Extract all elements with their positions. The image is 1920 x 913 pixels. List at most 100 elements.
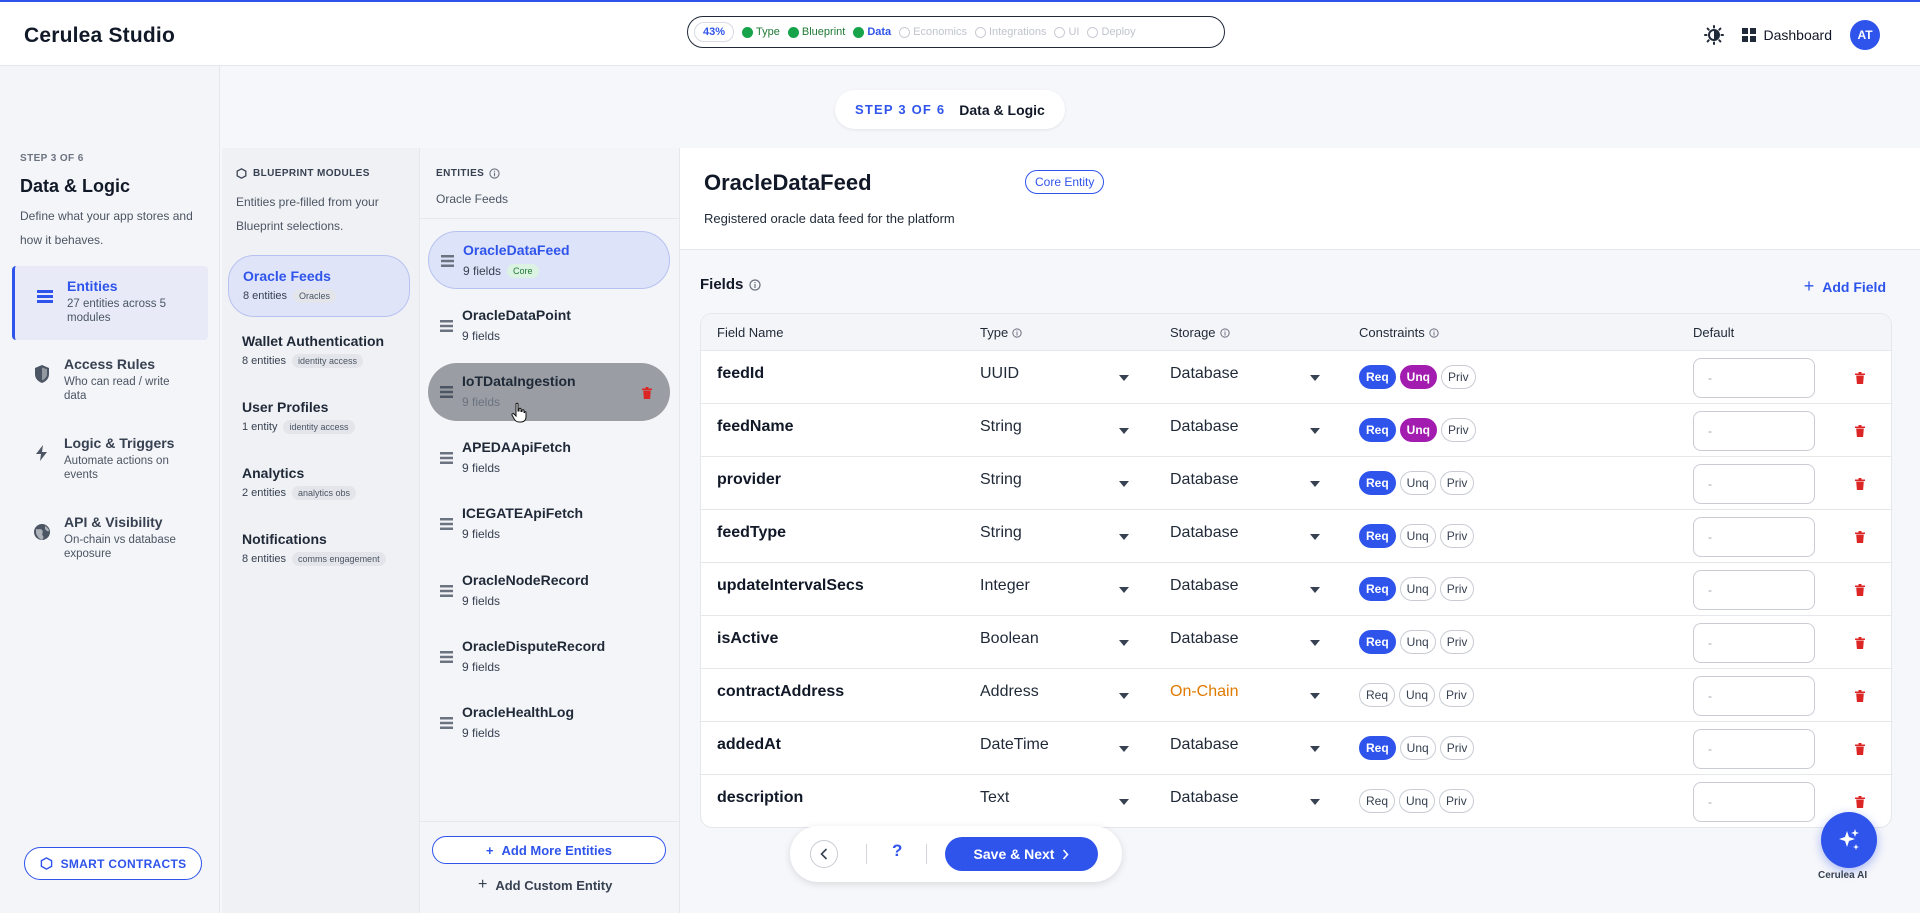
dashboard-link[interactable]: Dashboard [1741, 27, 1832, 43]
field-name[interactable]: updateIntervalSecs [717, 577, 864, 595]
required-toggle[interactable]: Req [1359, 577, 1396, 601]
progress-step-blueprint[interactable]: Blueprint [787, 26, 845, 38]
field-storage-select[interactable]: Database [1170, 524, 1239, 542]
field-storage-select[interactable]: Database [1170, 471, 1239, 489]
info-icon[interactable] [1429, 327, 1439, 338]
private-toggle[interactable]: Priv [1439, 683, 1474, 707]
module-item-wallet-authentication[interactable]: Wallet Authentication 8 entities identity… [228, 321, 410, 383]
field-storage-select[interactable]: On-Chain [1170, 683, 1238, 701]
entity-item-oraclenoderecord[interactable]: OracleNodeRecord 9 fields [428, 562, 670, 620]
entity-item-oracledatafeed[interactable]: OracleDataFeed 9 fields Core [428, 231, 670, 289]
caret-down-icon[interactable] [1119, 693, 1129, 699]
entity-item-oraclehealthlog[interactable]: OracleHealthLog 9 fields [428, 694, 670, 752]
trash-icon[interactable] [1855, 637, 1865, 649]
trash-icon[interactable] [1855, 796, 1865, 808]
required-toggle[interactable]: Req [1359, 630, 1396, 654]
trash-icon[interactable] [1855, 743, 1865, 755]
caret-down-icon[interactable] [1119, 640, 1129, 646]
caret-down-icon[interactable] [1119, 746, 1129, 752]
private-toggle[interactable]: Priv [1441, 418, 1476, 442]
field-name[interactable]: isActive [717, 630, 778, 648]
default-value-input[interactable]: - [1693, 782, 1815, 822]
private-toggle[interactable]: Priv [1439, 471, 1475, 495]
default-value-input[interactable]: - [1693, 729, 1815, 769]
field-type-select[interactable]: Text [980, 789, 1009, 807]
save-next-button[interactable]: Save & Next [945, 837, 1098, 871]
caret-down-icon[interactable] [1310, 375, 1320, 381]
field-storage-select[interactable]: Database [1170, 418, 1239, 436]
add-field-button[interactable]: + Add Field [1804, 276, 1886, 297]
module-item-notifications[interactable]: Notifications 8 entities comms engagement [228, 519, 410, 581]
progress-step-ui[interactable]: UI [1054, 26, 1079, 38]
required-toggle[interactable]: Req [1359, 524, 1396, 548]
required-toggle[interactable]: Req [1359, 365, 1396, 389]
trash-icon[interactable] [1855, 584, 1865, 596]
sidebar-item-api-visibility[interactable]: API & Visibility On-chain vs database ex… [12, 502, 208, 576]
module-item-user-profiles[interactable]: User Profiles 1 entity identity access [228, 387, 410, 449]
help-button[interactable]: ? [892, 841, 902, 861]
info-icon[interactable] [489, 168, 500, 179]
field-type-select[interactable]: String [980, 524, 1022, 542]
caret-down-icon[interactable] [1310, 746, 1320, 752]
caret-down-icon[interactable] [1310, 534, 1320, 540]
field-storage-select[interactable]: Database [1170, 577, 1239, 595]
trash-icon[interactable] [1855, 531, 1865, 543]
field-name[interactable]: contractAddress [717, 683, 844, 701]
caret-down-icon[interactable] [1310, 799, 1320, 805]
private-toggle[interactable]: Priv [1439, 577, 1475, 601]
private-toggle[interactable]: Priv [1439, 789, 1474, 813]
field-type-select[interactable]: UUID [980, 365, 1019, 383]
unique-toggle[interactable]: Unq [1399, 524, 1436, 548]
default-value-input[interactable]: - [1693, 570, 1815, 610]
progress-step-data[interactable]: Data [853, 26, 891, 38]
theme-toggle-icon[interactable] [1703, 25, 1724, 45]
field-type-select[interactable]: Boolean [980, 630, 1039, 648]
caret-down-icon[interactable] [1310, 428, 1320, 434]
entity-item-apedaapifetch[interactable]: APEDAApiFetch 9 fields [428, 429, 670, 487]
field-storage-select[interactable]: Database [1170, 365, 1239, 383]
add-more-entities-button[interactable]: + Add More Entities [432, 836, 666, 864]
entity-item-icegateapifetch[interactable]: ICEGATEApiFetch 9 fields [428, 495, 670, 553]
unique-toggle[interactable]: Unq [1399, 630, 1436, 654]
default-value-input[interactable]: - [1693, 676, 1815, 716]
required-toggle[interactable]: Req [1359, 418, 1396, 442]
info-icon[interactable] [1012, 327, 1022, 338]
sidebar-item-access-rules[interactable]: Access Rules Who can read / write data [12, 344, 208, 418]
field-name[interactable]: feedId [717, 365, 764, 383]
required-toggle[interactable]: Req [1359, 683, 1396, 707]
caret-down-icon[interactable] [1310, 587, 1320, 593]
smart-contracts-button[interactable]: SMART CONTRACTS [24, 847, 202, 880]
sidebar-item-entities[interactable]: Entities 27 entities across 5 modules [12, 266, 208, 340]
field-storage-select[interactable]: Database [1170, 630, 1239, 648]
sidebar-item-logic-triggers[interactable]: Logic & Triggers Automate actions on eve… [12, 423, 208, 497]
trash-icon[interactable] [1855, 478, 1865, 490]
field-type-select[interactable]: Address [980, 683, 1039, 701]
unique-toggle[interactable]: Unq [1399, 365, 1437, 389]
private-toggle[interactable]: Priv [1441, 365, 1476, 389]
private-toggle[interactable]: Priv [1439, 524, 1475, 548]
progress-step-deploy[interactable]: Deploy [1087, 26, 1136, 38]
unique-toggle[interactable]: Unq [1399, 736, 1436, 760]
default-value-input[interactable]: - [1693, 623, 1815, 663]
unique-toggle[interactable]: Unq [1399, 471, 1436, 495]
field-name[interactable]: addedAt [717, 736, 781, 754]
required-toggle[interactable]: Req [1359, 471, 1396, 495]
trash-icon[interactable] [1855, 372, 1865, 384]
caret-down-icon[interactable] [1119, 534, 1129, 540]
unique-toggle[interactable]: Unq [1399, 683, 1436, 707]
unique-toggle[interactable]: Unq [1399, 789, 1436, 813]
caret-down-icon[interactable] [1119, 428, 1129, 434]
entity-item-oracledisputerecord[interactable]: OracleDisputeRecord 9 fields [428, 628, 670, 686]
field-storage-select[interactable]: Database [1170, 736, 1239, 754]
field-type-select[interactable]: DateTime [980, 736, 1049, 754]
caret-down-icon[interactable] [1310, 640, 1320, 646]
add-custom-entity-button[interactable]: + Add Custom Entity [478, 876, 612, 894]
field-type-select[interactable]: String [980, 418, 1022, 436]
private-toggle[interactable]: Priv [1439, 736, 1475, 760]
avatar[interactable]: AT [1850, 20, 1880, 50]
field-type-select[interactable]: String [980, 471, 1022, 489]
entity-item-oracledatapoint[interactable]: OracleDataPoint 9 fields [428, 297, 670, 355]
default-value-input[interactable]: - [1693, 464, 1815, 504]
default-value-input[interactable]: - [1693, 358, 1815, 398]
field-name[interactable]: description [717, 789, 803, 807]
